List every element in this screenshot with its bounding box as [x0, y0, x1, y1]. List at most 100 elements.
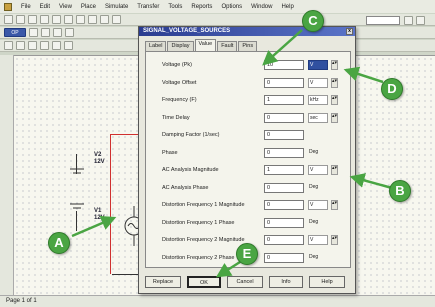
- field-row: AC Analysis Magnitude 1 V ▴▾: [146, 163, 352, 178]
- field-label: Frequency (F): [162, 97, 197, 103]
- unit-selector[interactable]: V: [308, 165, 328, 175]
- tool-icon[interactable]: [53, 28, 62, 37]
- print-preview-icon[interactable]: [52, 15, 61, 24]
- spinner-icon[interactable]: ▴▾: [331, 95, 338, 105]
- component-diode-icon[interactable]: [28, 41, 37, 50]
- value-panel: Voltage (Pk) 10 V ▴▾ Voltage Offset 0 V ▴▾ Frequ…: [145, 51, 351, 268]
- dialog-title-bar[interactable]: SIGNAL_VOLTAGE_SOURCES x: [139, 27, 355, 36]
- menu-edit[interactable]: Edit: [40, 4, 50, 10]
- side-ruler: [0, 55, 14, 295]
- redo-icon[interactable]: [112, 15, 121, 24]
- field-row: Voltage (Pk) 10 V ▴▾: [146, 58, 352, 73]
- field-value-input[interactable]: 0: [264, 130, 304, 140]
- menu-file[interactable]: File: [21, 4, 31, 10]
- unit-label: Deg: [309, 148, 319, 155]
- tab-label[interactable]: Label: [145, 41, 167, 51]
- callout-d: D: [381, 78, 403, 100]
- field-row: AC Analysis Phase 0 Deg: [146, 181, 352, 196]
- field-value-input[interactable]: 0: [264, 217, 304, 228]
- paste-icon[interactable]: [88, 15, 97, 24]
- field-label: Distortion Frequency 2 Phase: [162, 254, 235, 261]
- dc-source-symbols[interactable]: [68, 164, 86, 224]
- spinner-icon[interactable]: ▴▾: [331, 165, 338, 175]
- component-analog-icon[interactable]: [52, 41, 61, 50]
- field-row: Phase 0 Deg: [146, 146, 352, 161]
- menu-view[interactable]: View: [59, 4, 72, 10]
- menu-tools[interactable]: Tools: [168, 4, 182, 10]
- save-icon[interactable]: [28, 15, 37, 24]
- field-value-input[interactable]: 0: [264, 252, 304, 263]
- field-value-input[interactable]: 0: [264, 182, 304, 193]
- menu-place[interactable]: Place: [81, 4, 96, 10]
- unit-selector[interactable]: kHz: [308, 95, 328, 105]
- tab-fault[interactable]: Fault: [217, 41, 238, 51]
- cancel-button[interactable]: Cancel: [227, 276, 263, 288]
- unit-label: Deg: [309, 183, 319, 190]
- replace-button[interactable]: Replace: [145, 276, 181, 288]
- spinner-icon[interactable]: ▴▾: [331, 77, 338, 88]
- unit-selector[interactable]: sec: [308, 112, 328, 123]
- tool-icon[interactable]: [65, 28, 74, 37]
- menu-simulate[interactable]: Simulate: [105, 4, 128, 10]
- menu-help[interactable]: Help: [281, 4, 293, 10]
- unit-selector[interactable]: V: [308, 200, 328, 210]
- unit-selector[interactable]: V: [308, 77, 328, 88]
- open-icon[interactable]: [16, 15, 25, 24]
- spinner-icon[interactable]: ▴▾: [331, 200, 338, 210]
- field-label: AC Analysis Magnitude: [162, 167, 219, 173]
- tool-icon[interactable]: [41, 28, 50, 37]
- callout-b: B: [389, 180, 411, 202]
- field-value-input[interactable]: 0: [264, 200, 304, 210]
- field-value-input[interactable]: 0: [264, 77, 304, 88]
- field-value-input[interactable]: 10: [264, 60, 304, 70]
- menu-window[interactable]: Window: [251, 4, 272, 10]
- field-value-input[interactable]: 0: [264, 112, 304, 123]
- component-ttl-icon[interactable]: [64, 41, 73, 50]
- copy-icon[interactable]: [76, 15, 85, 24]
- component-basic-icon[interactable]: [16, 41, 25, 50]
- component-transistor-icon[interactable]: [40, 41, 49, 50]
- field-value-input[interactable]: 0: [264, 235, 304, 245]
- field-row: Distortion Frequency 1 Phase 0 Deg: [146, 216, 352, 231]
- tool-icon[interactable]: [29, 28, 38, 37]
- field-label: Damping Factor (1/sec): [162, 132, 220, 138]
- source-v1-label: V1: [94, 208, 102, 214]
- callout-e: E: [236, 243, 258, 265]
- field-label: Distortion Frequency 1 Magnitude: [162, 202, 245, 208]
- source-v2-value: 12V: [94, 159, 105, 165]
- op-mode-button[interactable]: OP: [4, 28, 26, 37]
- new-icon[interactable]: [4, 15, 13, 24]
- status-bar: Page 1 of 1: [0, 295, 435, 307]
- field-value-input[interactable]: 0: [264, 147, 304, 158]
- unit-selector[interactable]: V: [308, 235, 328, 245]
- tab-value[interactable]: Value: [194, 39, 217, 51]
- tab-pins[interactable]: Pins: [238, 41, 258, 51]
- spinner-icon[interactable]: ▴▾: [331, 60, 338, 70]
- tab-display[interactable]: Display: [167, 41, 194, 51]
- field-label: AC Analysis Phase: [162, 184, 209, 191]
- field-value-input[interactable]: 1: [264, 165, 304, 175]
- print-icon[interactable]: [40, 15, 49, 24]
- ok-button[interactable]: OK: [187, 276, 221, 288]
- field-value-input[interactable]: 1: [264, 95, 304, 105]
- menu-transfer[interactable]: Transfer: [137, 4, 159, 10]
- close-icon[interactable]: x: [346, 28, 353, 35]
- callout-a: A: [48, 232, 70, 254]
- field-row: Voltage Offset 0 V ▴▾: [146, 76, 352, 91]
- unit-label: Deg: [309, 253, 319, 260]
- unit-selector[interactable]: V: [308, 60, 328, 70]
- whatsthis-icon[interactable]: [416, 16, 425, 25]
- cut-icon[interactable]: [64, 15, 73, 24]
- spinner-icon[interactable]: ▴▾: [331, 112, 338, 123]
- zoom-dropdown[interactable]: [366, 16, 400, 25]
- info-button[interactable]: Info: [269, 276, 303, 288]
- menu-reports[interactable]: Reports: [191, 4, 212, 10]
- dialog-tabs: Label Display Value Fault Pins: [139, 39, 355, 51]
- field-label: Distortion Frequency 2 Magnitude: [162, 237, 245, 243]
- help-button[interactable]: Help: [309, 276, 345, 288]
- menu-options[interactable]: Options: [221, 4, 242, 10]
- undo-icon[interactable]: [100, 15, 109, 24]
- spinner-icon[interactable]: ▴▾: [331, 235, 338, 245]
- component-source-icon[interactable]: [4, 41, 13, 50]
- help-icon[interactable]: [404, 16, 413, 25]
